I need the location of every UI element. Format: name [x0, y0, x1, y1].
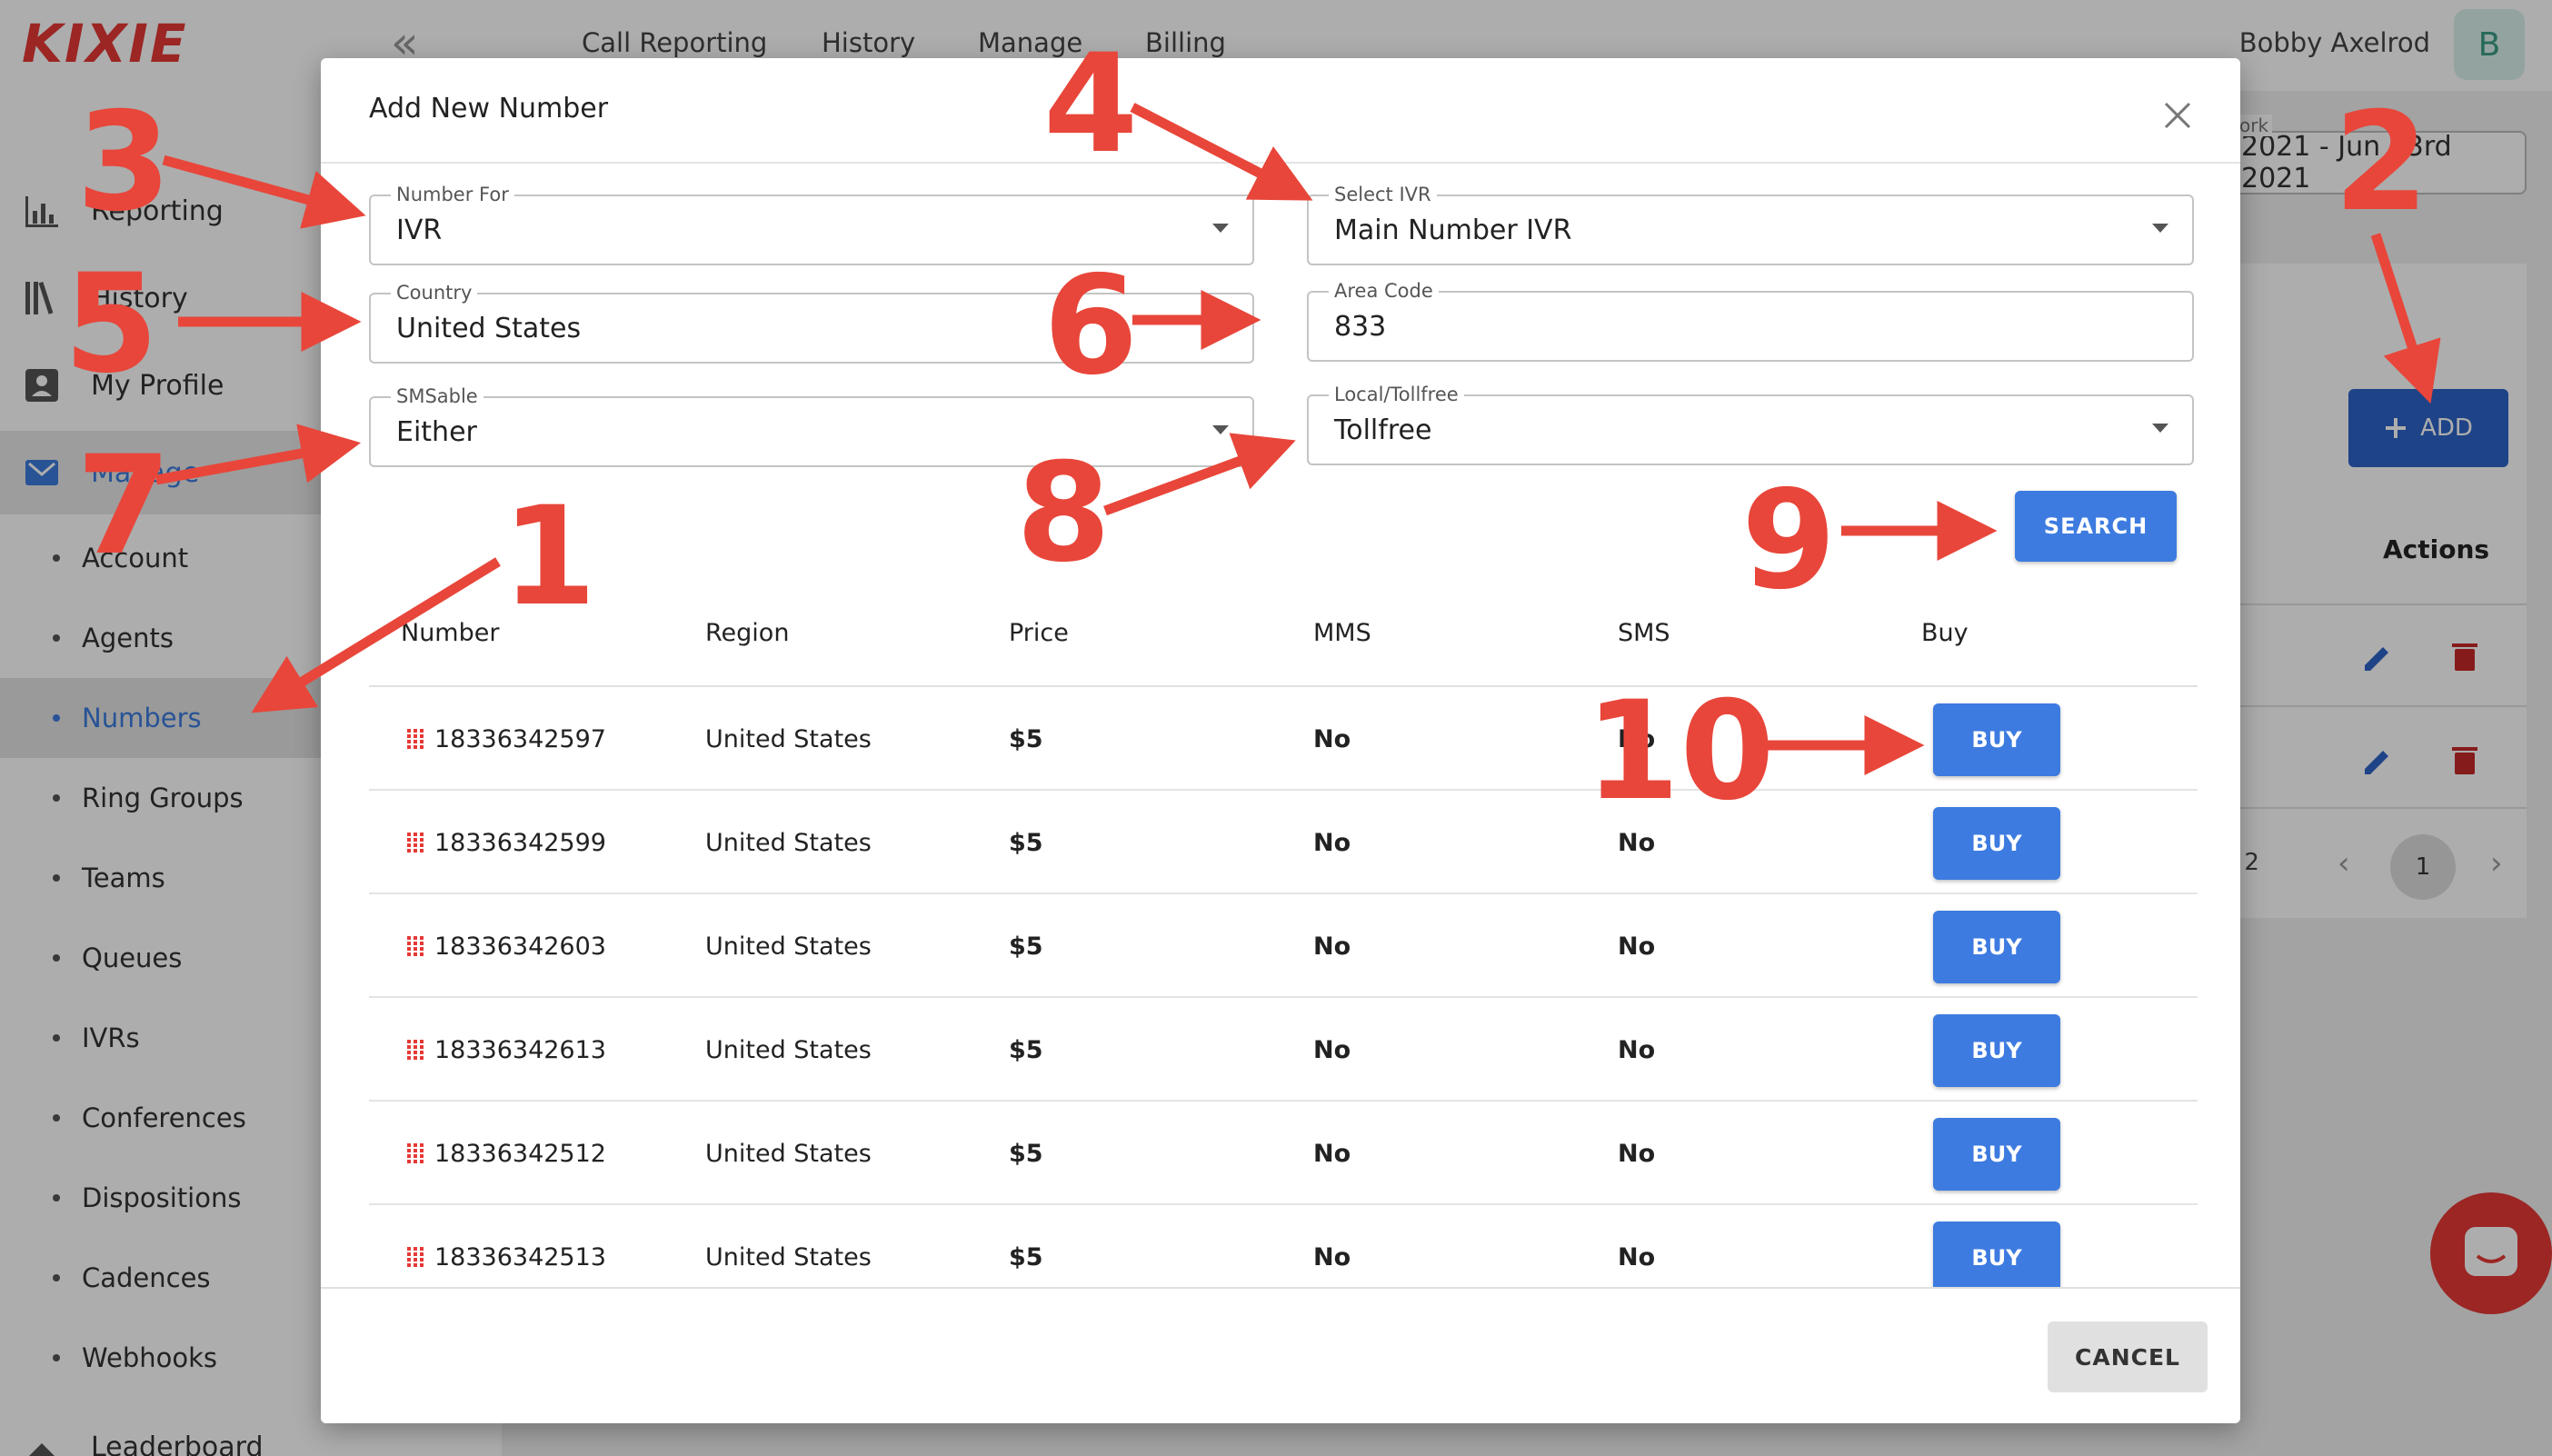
cell-sms: No [1618, 1036, 1656, 1064]
column-header-mms: MMS [1313, 619, 1371, 647]
buy-button[interactable]: BUY [1933, 807, 2060, 880]
column-header-sms: SMS [1618, 619, 1670, 647]
cell-region: United States [705, 1140, 872, 1168]
local-tollfree-select[interactable]: Local/Tollfree Tollfree [1307, 384, 2194, 465]
cell-number: 18336342597 [434, 725, 606, 753]
cell-number: 18336342512 [434, 1140, 606, 1168]
field-value: United States [396, 313, 582, 344]
cell-region: United States [705, 725, 872, 753]
select-ivr-select[interactable]: Select IVR Main Number IVR [1307, 184, 2194, 265]
cell-price: $5 [1009, 725, 1043, 753]
cell-price: $5 [1009, 829, 1043, 857]
dialpad-icon [407, 1247, 424, 1267]
annotation-number: 1 [502, 478, 597, 636]
column-header-region: Region [705, 619, 790, 647]
annotation-number: 7 [76, 427, 172, 585]
close-icon[interactable] [2162, 100, 2193, 131]
add-new-number-dialog: Add New Number Number For IVR Select IVR… [321, 58, 2240, 1423]
divider [321, 1287, 2240, 1289]
cell-mms: No [1313, 1243, 1351, 1272]
buy-button[interactable]: BUY [1933, 1222, 2060, 1294]
cell-price: $5 [1009, 1140, 1043, 1168]
annotation-number: 3 [76, 84, 172, 242]
cell-mms: No [1313, 932, 1351, 961]
field-value: Tollfree [1334, 414, 1432, 446]
cell-mms: No [1313, 1036, 1351, 1064]
cancel-button[interactable]: CANCEL [2048, 1321, 2208, 1392]
annotation-number: 4 [1043, 25, 1139, 184]
annotation-number: 10 [1585, 673, 1775, 831]
dialpad-icon [407, 729, 424, 749]
cell-region: United States [705, 1243, 872, 1272]
cell-sms: No [1618, 1140, 1656, 1168]
dialog-title: Add New Number [369, 93, 609, 125]
cell-number: 18336342613 [434, 1036, 606, 1064]
field-label: Number For [391, 184, 514, 205]
field-value: 833 [1334, 311, 1387, 343]
field-value: Either [396, 416, 477, 448]
cell-price: $5 [1009, 1036, 1043, 1064]
buy-button[interactable]: BUY [1933, 1014, 2060, 1087]
field-value: IVR [396, 214, 443, 246]
annotation-number: 9 [1741, 462, 1837, 620]
table-row: 18336342512 United States $5 No No BUY [369, 1102, 2198, 1205]
divider [321, 162, 2240, 164]
annotation-number: 2 [2334, 84, 2429, 242]
buy-button[interactable]: BUY [1933, 703, 2060, 776]
dialpad-icon [407, 1143, 424, 1163]
cell-number: 18336342599 [434, 829, 606, 857]
area-code-input[interactable]: Area Code 833 [1307, 280, 2194, 362]
smsable-select[interactable]: SMSable Either [369, 385, 1254, 467]
cell-mms: No [1313, 725, 1351, 753]
field-label: SMSable [391, 385, 483, 407]
cell-sms: No [1618, 829, 1656, 857]
buy-button[interactable]: BUY [1933, 911, 2060, 983]
dropdown-arrow-icon [1212, 425, 1229, 434]
annotation-number: 6 [1043, 247, 1139, 405]
cell-sms: No [1618, 932, 1656, 961]
column-header-buy: Buy [1921, 619, 1969, 647]
cell-region: United States [705, 932, 872, 961]
dialpad-icon [407, 936, 424, 956]
cell-mms: No [1313, 1140, 1351, 1168]
cell-sms: No [1618, 1243, 1656, 1272]
annotation-number: 8 [1016, 434, 1112, 593]
column-header-number: Number [401, 619, 500, 647]
dropdown-arrow-icon [2152, 224, 2168, 233]
field-label: Select IVR [1329, 184, 1437, 205]
cell-price: $5 [1009, 1243, 1043, 1272]
dialpad-icon [407, 1040, 424, 1060]
cell-price: $5 [1009, 932, 1043, 961]
table-row: 18336342603 United States $5 No No BUY [369, 894, 2198, 998]
cell-number: 18336342513 [434, 1243, 606, 1272]
cell-number: 18336342603 [434, 932, 606, 961]
field-label: Area Code [1329, 280, 1439, 302]
field-value: Main Number IVR [1334, 214, 1572, 246]
dropdown-arrow-icon [1212, 224, 1229, 233]
cell-region: United States [705, 1036, 872, 1064]
buy-button[interactable]: BUY [1933, 1118, 2060, 1191]
column-header-price: Price [1009, 619, 1069, 647]
table-row: 18336342597 United States $5 No No BUY [369, 687, 2198, 791]
search-button[interactable]: SEARCH [2015, 491, 2177, 562]
cell-mms: No [1313, 829, 1351, 857]
field-label: Local/Tollfree [1329, 384, 1464, 405]
dialog-footer [321, 1289, 2240, 1423]
dialpad-icon [407, 833, 424, 853]
annotation-number: 5 [64, 245, 159, 404]
field-label: Country [391, 282, 478, 304]
cell-region: United States [705, 829, 872, 857]
dropdown-arrow-icon [2152, 424, 2168, 433]
table-row: 18336342613 United States $5 No No BUY [369, 998, 2198, 1102]
table-row: 18336342599 United States $5 No No BUY [369, 791, 2198, 894]
dropdown-arrow-icon [1212, 322, 1229, 331]
